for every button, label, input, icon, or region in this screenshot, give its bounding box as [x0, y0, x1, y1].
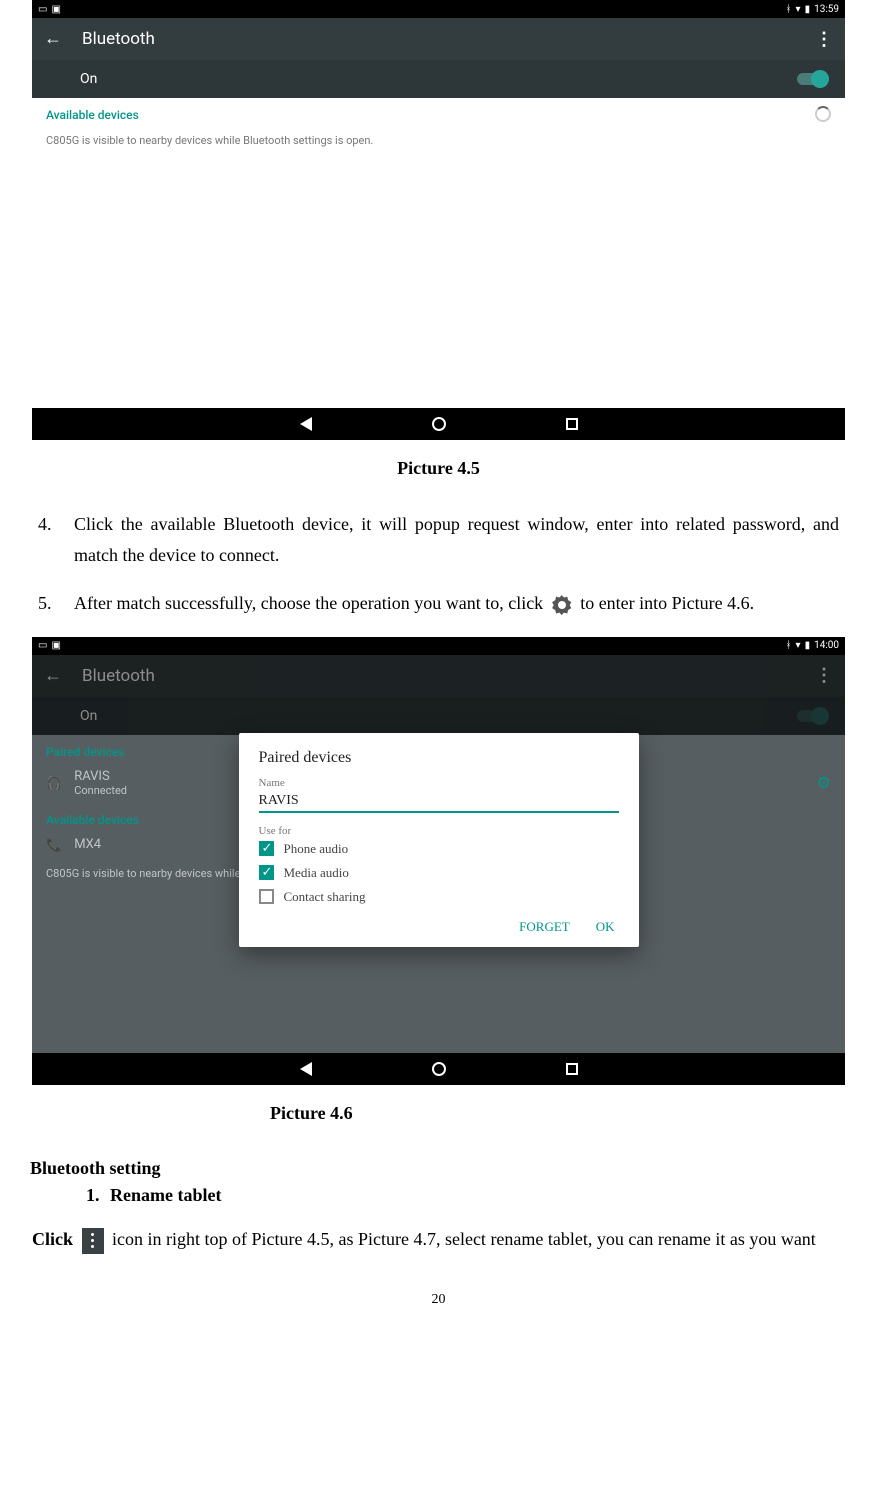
phone-icon: 📞 [46, 837, 62, 853]
nav-bar [32, 408, 845, 440]
use-for-label: Use for [259, 825, 619, 837]
toggle-row: On [32, 697, 845, 735]
screenshot-4-5: ▭ ▣ ᚼ ▾ ▮ 13:59 ← Bluetooth ⋮ On Availab… [32, 0, 845, 440]
page-number: 20 [20, 1262, 857, 1318]
checkbox-empty-icon [259, 889, 274, 904]
step-text: After match successfully, choose the ope… [74, 588, 754, 619]
content-area: Available devices C805G is visible to ne… [32, 98, 845, 408]
more-icon[interactable]: ⋮ [815, 29, 833, 50]
name-label: Name [259, 777, 619, 789]
caption-4-6: Picture 4.6 [20, 1085, 857, 1154]
screenshot-4-6-wrapper: ▭ ▣ ᚼ ▾ ▮ 14:00 ← Bluetooth ⋮ On Paired … [32, 637, 845, 1085]
more-icon: ⋮ [815, 665, 833, 686]
forget-button[interactable]: FORGET [519, 919, 570, 935]
caption-4-5: Picture 4.5 [20, 440, 857, 509]
toggle-label: On [80, 71, 97, 87]
rename-tablet-item: Rename tablet [104, 1185, 857, 1206]
page-title: Bluetooth [82, 29, 795, 49]
step-number: 5. [38, 588, 52, 619]
step-5: 5. After match successfully, choose the … [38, 588, 839, 619]
bluetooth-icon: ᚼ [786, 640, 792, 651]
clock: 13:59 [814, 4, 839, 15]
paired-device-dialog: Paired devices Name RAVIS Use for Phone … [239, 733, 639, 947]
clock: 14:00 [814, 640, 839, 651]
loading-icon [815, 106, 831, 122]
available-devices-header: Available devices [32, 98, 845, 126]
step-4: 4. Click the available Bluetooth device,… [38, 509, 839, 570]
status-bar: ▭ ▣ ᚼ ▾ ▮ 14:00 [32, 637, 845, 655]
bluetooth-switch[interactable] [797, 73, 827, 85]
phone-audio-option[interactable]: Phone audio [259, 837, 619, 861]
headset-icon: 🎧 [46, 775, 62, 791]
step-text: Click the available Bluetooth device, it… [74, 509, 839, 570]
contact-sharing-option[interactable]: Contact sharing [259, 885, 619, 909]
ok-button[interactable]: OK [596, 919, 615, 935]
wifi-icon: ▾ [796, 4, 801, 15]
app-bar: ← Bluetooth ⋮ [32, 18, 845, 60]
nav-bar [32, 1053, 845, 1085]
bluetooth-icon: ᚼ [786, 4, 792, 15]
nav-home-icon[interactable] [432, 1062, 446, 1076]
more-icon [82, 1228, 104, 1254]
gear-icon: ⚙ [817, 773, 831, 792]
device-name-input[interactable]: RAVIS [259, 789, 619, 813]
back-icon[interactable]: ← [44, 30, 62, 48]
bluetooth-setting-heading: Bluetooth setting [30, 1158, 857, 1179]
notification-icon: ▭ [38, 640, 47, 651]
notification-icon: ▣ [51, 4, 60, 15]
wifi-icon: ▾ [796, 640, 801, 651]
page-title: Bluetooth [82, 666, 795, 686]
nav-recent-icon[interactable] [566, 418, 578, 430]
battery-icon: ▮ [805, 640, 811, 651]
step-number: 4. [38, 509, 52, 570]
battery-icon: ▮ [805, 4, 811, 15]
back-icon: ← [44, 667, 62, 685]
checkbox-checked-icon [259, 865, 274, 880]
nav-back-icon[interactable] [300, 417, 312, 431]
status-bar: ▭ ▣ ᚼ ▾ ▮ 13:59 [32, 0, 845, 18]
notification-icon: ▭ [38, 4, 47, 15]
notification-icon: ▣ [51, 640, 60, 651]
device-name: MX4 [74, 837, 101, 852]
nav-recent-icon[interactable] [566, 1063, 578, 1075]
rename-paragraph: Click icon in right top of Picture 4.5, … [20, 1216, 857, 1262]
toggle-label: On [80, 708, 97, 724]
app-bar: ← Bluetooth ⋮ [32, 655, 845, 697]
instruction-list: 4. Click the available Bluetooth device,… [20, 509, 857, 619]
media-audio-option[interactable]: Media audio [259, 861, 619, 885]
bluetooth-switch [797, 710, 827, 722]
gear-icon [552, 595, 572, 615]
device-name: RAVIS [74, 769, 127, 784]
nav-home-icon[interactable] [432, 417, 446, 431]
checkbox-checked-icon [259, 841, 274, 856]
visibility-note: C805G is visible to nearby devices while… [32, 126, 845, 155]
toggle-row[interactable]: On [32, 60, 845, 98]
nav-back-icon[interactable] [300, 1062, 312, 1076]
dialog-title: Paired devices [259, 749, 619, 767]
device-status: Connected [74, 784, 127, 797]
sub-list: Rename tablet [20, 1185, 857, 1206]
